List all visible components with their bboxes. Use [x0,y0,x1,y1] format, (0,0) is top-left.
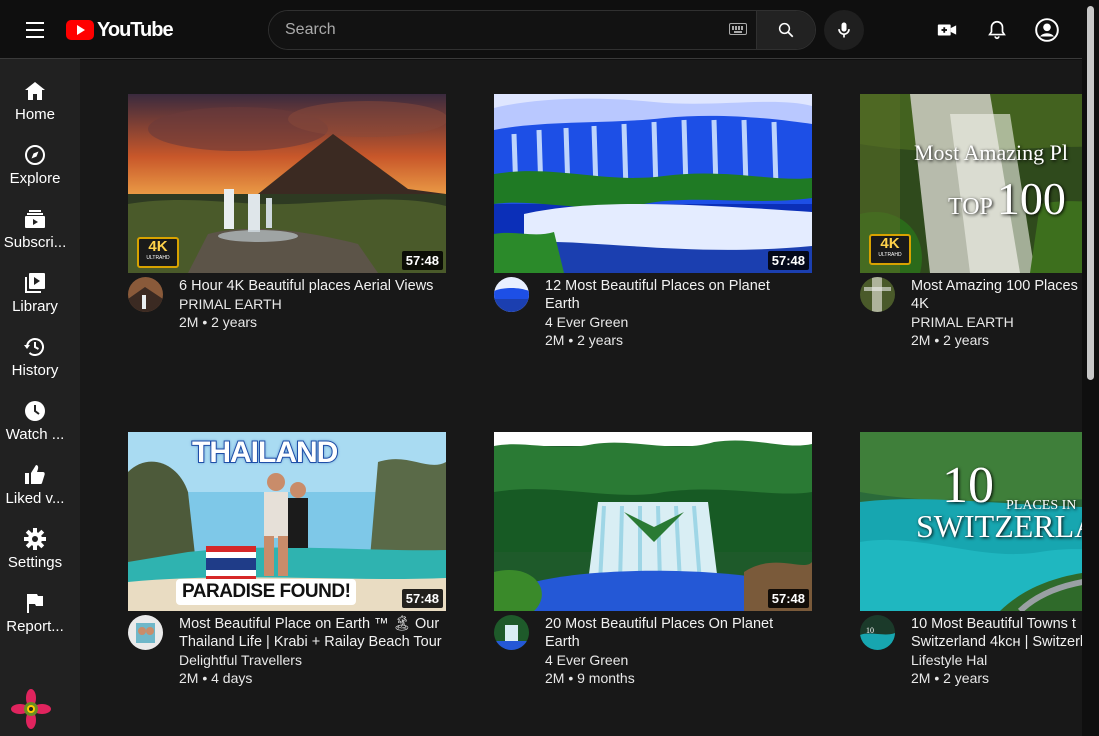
flag-icon [27,594,43,613]
thumbnail-overlay-top100: TOP 100 [948,173,1066,224]
video-duration: 57:48 [401,589,443,608]
sidebar-item-label: Liked v... [5,490,65,507]
video-title[interactable]: 10 Most Beautiful Towns t Switzerland 4k… [911,615,1082,651]
channel-avatar[interactable] [128,277,163,312]
video-thumbnail[interactable]: Most Amazing Pl TOP 100 4K ULTRAHD [860,94,1082,273]
video-card[interactable]: 57:48 20 Most Beautiful Places On Planet… [494,432,812,731]
video-title[interactable]: Most Amazing 100 Places 4K [911,277,1082,313]
channel-name[interactable]: 4 Ever Green [545,313,815,331]
watch-later-icon [25,401,45,421]
video-thumbnail[interactable]: 10 PLACES IN SWITZERLA [860,432,1082,611]
channel-name[interactable]: 4 Ever Green [545,651,815,669]
gear-icon [24,528,46,550]
sidebar-item-liked-videos[interactable]: Liked v... [0,463,70,527]
sidebar-item-label: Explore [9,170,61,187]
keyboard-icon[interactable] [729,23,747,35]
video-grid: 4K ULTRAHD 57:48 6 Hour 4K Beautiful pla… [80,60,1082,736]
channel-name[interactable]: Lifestyle Hal [911,651,1082,669]
4k-badge: 4K ULTRAHD [869,234,911,265]
search-input[interactable] [269,11,756,49]
voice-search-button[interactable] [824,10,864,50]
scrollbar-thumb[interactable] [1087,6,1094,380]
sidebar-item-label: Subscri... [3,234,67,251]
thumbs-up-icon [25,465,45,484]
thumbnail-image [494,94,812,273]
video-thumbnail[interactable]: THAILAND PARADISE FOUND! 57:48 [128,432,446,611]
sidebar-item-library[interactable]: Library [0,271,70,335]
sidebar-item-label: History [11,362,59,379]
video-card[interactable]: 4K ULTRAHD 57:48 6 Hour 4K Beautiful pla… [128,94,446,393]
video-stats: 2M • 2 years [911,670,990,686]
channel-avatar[interactable] [860,277,895,312]
history-icon [24,338,44,356]
search-icon [778,22,794,38]
library-icon [25,273,45,293]
video-title[interactable]: 6 Hour 4K Beautiful places Aerial Views [179,277,449,295]
youtube-play-icon [66,20,94,40]
thumbnail-image [494,432,812,611]
channel-name[interactable]: PRIMAL EARTH [911,313,1082,331]
account-icon[interactable] [1034,17,1060,43]
channel-avatar[interactable] [128,615,163,650]
youtube-logo[interactable]: YouTube [66,18,174,42]
sidebar-item-label: Settings [7,554,63,571]
home-icon [25,82,45,100]
microphone-icon [838,22,850,38]
thumbnail-overlay-title: Most Amazing Pl [914,140,1069,165]
search-button[interactable] [756,11,815,49]
sidebar-item-label: Report... [6,618,64,635]
video-card[interactable]: Most Amazing Pl TOP 100 4K ULTRAHD Most … [860,94,1082,393]
sidebar-item-settings[interactable]: Settings [0,527,70,591]
top-header: YouTube [0,0,1082,59]
thumbnail-overlay-number: 10 [942,457,994,514]
video-thumbnail[interactable]: 57:48 [494,432,812,611]
channel-name[interactable]: Delightful Travellers [179,651,449,669]
video-duration: 57:48 [767,589,809,608]
video-title[interactable]: Most Beautiful Place on Earth ™ 🏝 Our Th… [179,615,449,651]
sidebar-item-report[interactable]: Report... [0,591,70,655]
create-video-icon[interactable] [936,19,958,41]
video-stats: 2M • 4 days [179,670,253,686]
svg-text:10: 10 [866,626,874,635]
video-thumbnail[interactable]: 57:48 [494,94,812,273]
menu-icon[interactable] [20,17,50,43]
video-stats: 2M • 2 years [911,332,990,348]
thumbnail-overlay-title: SWITZERLA [916,508,1082,544]
search-bar [268,10,816,50]
sidebar: Home Explore Subscri... Library History … [0,59,80,736]
channel-name[interactable]: PRIMAL EARTH [179,295,449,313]
sidebar-item-explore[interactable]: Explore [0,143,70,207]
video-card[interactable]: 10 PLACES IN SWITZERLA 10 10 Most Beauti… [860,432,1082,731]
notifications-bell-icon[interactable] [986,19,1008,41]
video-thumbnail[interactable]: 4K ULTRAHD 57:48 [128,94,446,273]
sidebar-item-watch-later[interactable]: Watch ... [0,399,70,463]
video-card[interactable]: 57:48 12 Most Beautiful Places on Planet… [494,94,812,393]
video-duration: 57:48 [401,251,443,270]
video-card[interactable]: THAILAND PARADISE FOUND! 57:48 Most Beau… [128,432,446,731]
sidebar-item-home[interactable]: Home [0,79,70,143]
video-title[interactable]: 20 Most Beautiful Places On Planet Earth [545,615,815,651]
video-stats: 2M • 2 years [179,314,258,330]
subscriptions-icon [25,210,45,228]
thumbnail-overlay-caption: PARADISE FOUND! [176,579,357,605]
video-stats: 2M • 2 years [545,332,624,348]
sidebar-item-history[interactable]: History [0,335,70,399]
logo-text: YouTube [97,18,174,41]
channel-avatar[interactable] [494,615,529,650]
4k-badge: 4K ULTRAHD [137,237,179,268]
compass-icon [25,145,45,165]
video-duration: 57:48 [767,251,809,270]
sidebar-item-label: Watch ... [5,426,65,443]
channel-avatar[interactable]: 10 [860,615,895,650]
channel-avatar[interactable] [494,277,529,312]
sidebar-item-label: Library [12,298,58,315]
sidebar-item-subscriptions[interactable]: Subscri... [0,207,70,271]
thumbnail-overlay-title: THAILAND [191,435,339,470]
sidebar-item-label: Home [14,106,55,123]
page-scrollbar[interactable] [1082,0,1099,736]
video-stats: 2M • 9 months [545,670,635,686]
app-logo-icon[interactable] [11,689,51,729]
video-title[interactable]: 12 Most Beautiful Places on Planet Earth [545,277,815,313]
